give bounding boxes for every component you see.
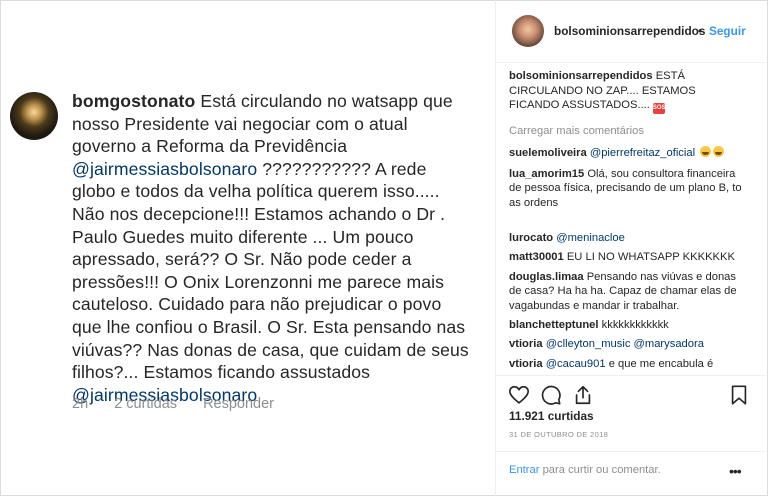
comment-likes[interactable]: 2 curtidas <box>114 396 177 412</box>
login-prompt: Entrar para curtir ou comentar. <box>509 464 661 476</box>
comment-text: kkkkkkkkkkkk <box>601 319 669 331</box>
separator-dot: • <box>698 24 703 38</box>
bookmark-icon[interactable] <box>728 384 750 406</box>
author-username[interactable]: bolsominionsarrependidos <box>554 24 705 38</box>
reply-button[interactable]: Responder <box>203 396 274 412</box>
zoomed-comment-panel: bomgostonato Está circulando no watsapp … <box>1 1 495 494</box>
comment-username[interactable]: vtioria <box>509 338 543 350</box>
login-prompt-text: para curtir ou comentar. <box>539 464 661 476</box>
comment-mention[interactable]: @clleyton_music @marysadora <box>546 338 704 350</box>
post-date: 31 DE OUTUBRO DE 2018 <box>509 430 609 439</box>
comment-username[interactable]: lua_amorim15 <box>509 168 584 180</box>
comment-text: e que me encabula é <box>608 358 714 370</box>
comment-username[interactable]: matt30001 <box>509 251 564 263</box>
laughing-crying-emoji-icon <box>700 146 712 157</box>
likes-count[interactable]: 11.921 curtidas <box>509 409 594 423</box>
comment-mention[interactable]: @meninacloe <box>556 232 625 244</box>
comment-mention[interactable]: @pierrefreitaz_oficial <box>590 147 695 159</box>
comment-username[interactable]: suelemoliveira <box>509 147 587 159</box>
comment-item: matt30001 EU LI NO WHATSAPP KKKKKKK <box>509 250 749 264</box>
comment-mention[interactable]: @cacau901 <box>546 358 606 370</box>
comment-time: 2h <box>72 396 89 412</box>
comment-item: lurocato @meninacloe <box>509 231 749 245</box>
commenter-username[interactable]: bomgostonato <box>72 91 195 111</box>
comment-icon[interactable] <box>540 384 562 406</box>
post-caption: bolsominionsarrependidos ESTÁ CIRCULANDO… <box>509 69 709 115</box>
post-sidebar: bolsominionsarrependidos • Seguir bolsom… <box>496 0 766 494</box>
comment-meta: 2h 2 curtidas Responder <box>72 396 296 412</box>
post-header: bolsominionsarrependidos • Seguir <box>496 0 766 63</box>
sos-emoji-icon: SOS <box>652 103 666 115</box>
comment-text: EU LI NO WHATSAPP KKKKKKK <box>566 251 735 263</box>
comment-username[interactable]: vtioria <box>509 358 543 370</box>
commenter-avatar[interactable] <box>10 92 58 140</box>
load-more-comments[interactable]: Carregar mais comentários <box>509 125 644 137</box>
heart-icon[interactable] <box>508 384 530 406</box>
comment-username[interactable]: lurocato <box>509 232 553 244</box>
comment-input-row: Entrar para curtir ou comentar. ••• <box>496 451 766 495</box>
caption-username[interactable]: bolsominionsarrependidos <box>509 70 653 82</box>
follow-button[interactable]: Seguir <box>709 24 746 38</box>
laughing-crying-emoji-icon <box>713 146 725 157</box>
more-options-icon[interactable]: ••• <box>729 463 742 479</box>
comment-username[interactable]: douglas.limaa <box>509 271 584 283</box>
comment-username[interactable]: blanchetteptunel <box>509 319 599 331</box>
comment-text-part-2: ??????????? A rede globo e todos da velh… <box>72 158 469 383</box>
comment-item: blanchetteptunel kkkkkkkkkkkk <box>509 318 749 332</box>
login-link[interactable]: Entrar <box>509 464 539 476</box>
comment-item: lua_amorim15 Olá, sou consultora finance… <box>509 167 749 210</box>
comment-item: douglas.limaa Pensando nas viúvas e dona… <box>509 270 749 313</box>
comment-item: vtioria @clleyton_music @marysadora <box>509 337 749 351</box>
comment-item: suelemoliveira @pierrefreitaz_oficial <box>509 146 749 160</box>
comment-item: vtioria @cacau901 e que me encabula é <box>509 357 749 371</box>
share-icon[interactable] <box>572 384 594 406</box>
zoomed-comment-text: bomgostonato Está circulando no watsapp … <box>72 90 472 406</box>
mention-link[interactable]: @jairmessiasbolsonaro <box>72 159 257 179</box>
author-avatar[interactable] <box>512 15 544 47</box>
